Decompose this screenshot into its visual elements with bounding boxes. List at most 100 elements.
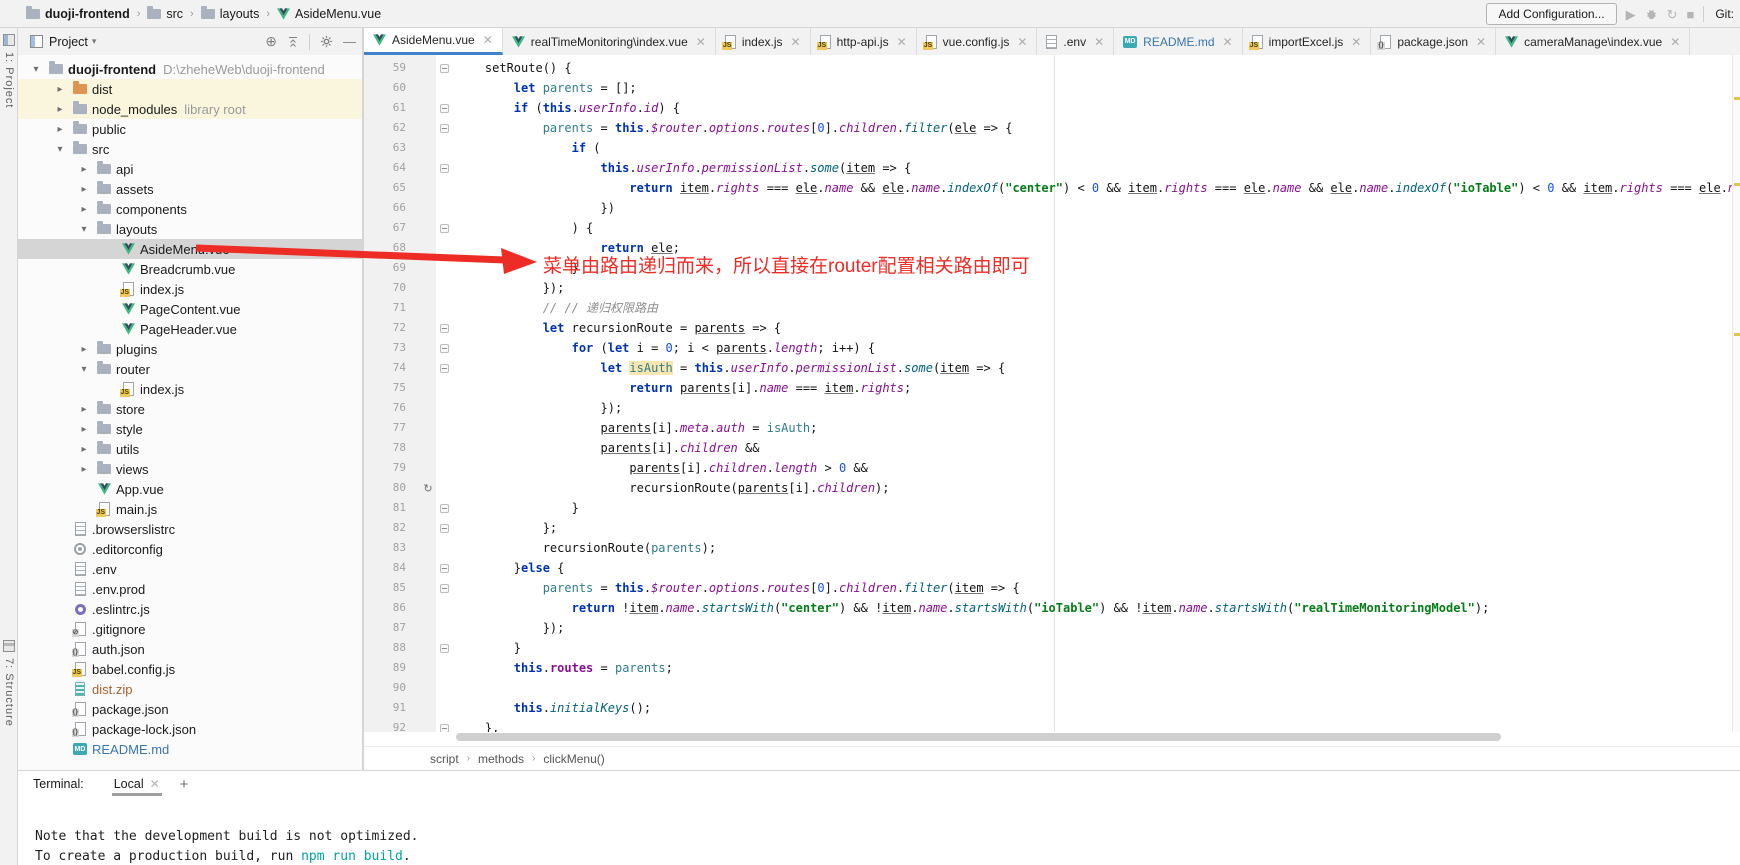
fold-marker-icon[interactable] (436, 644, 452, 653)
code-line[interactable]: 88 } (364, 638, 1740, 658)
editor-tab[interactable]: .env✕ (1037, 28, 1114, 55)
code-line[interactable]: 59 setRoute() { (364, 58, 1740, 78)
tree-item[interactable]: JSmain.js (18, 499, 362, 519)
code-line[interactable]: 68 return ele; (364, 238, 1740, 258)
tree-item[interactable]: ▸views (18, 459, 362, 479)
locate-icon[interactable]: ⊕ (265, 33, 277, 50)
tree-item[interactable]: .env.prod (18, 579, 362, 599)
code-line[interactable]: 64 this.userInfo.permissionList.some(ite… (364, 158, 1740, 178)
settings-icon[interactable] (320, 35, 333, 48)
code-line[interactable]: 71 // // 递归权限路由 (364, 298, 1740, 318)
collapse-all-icon[interactable] (287, 36, 299, 48)
chevron-right-icon[interactable]: ▸ (74, 464, 94, 475)
tree-item[interactable]: {}package-lock.json (18, 719, 362, 739)
code-line[interactable]: 75 return parents[i].name === item.right… (364, 378, 1740, 398)
code-line[interactable]: 78 parents[i].children && (364, 438, 1740, 458)
chevron-right-icon[interactable]: ▸ (74, 404, 94, 415)
code-line[interactable]: 62 parents = this.$router.options.routes… (364, 118, 1740, 138)
fold-marker-icon[interactable] (436, 64, 452, 73)
code-line[interactable]: 67 ) { (364, 218, 1740, 238)
tree-item[interactable]: .eslintrc.js (18, 599, 362, 619)
code-line[interactable]: 81 } (364, 498, 1740, 518)
tree-item[interactable]: ▾duoji-frontendD:\zheheWeb\duoji-fronten… (18, 59, 362, 79)
tree-item[interactable]: Breadcrumb.vue (18, 259, 362, 279)
chevron-right-icon[interactable]: ▸ (50, 124, 70, 135)
chevron-right-icon[interactable]: ▸ (74, 184, 94, 195)
code-line[interactable]: 79 parents[i].children.length > 0 && (364, 458, 1740, 478)
tree-item[interactable]: JSindex.js (18, 279, 362, 299)
editor-tab[interactable]: JSvue.config.js✕ (917, 28, 1038, 55)
code-line[interactable]: 73 for (let i = 0; i < parents.length; i… (364, 338, 1740, 358)
tree-item[interactable]: ▸store (18, 399, 362, 419)
fold-marker-icon[interactable] (436, 344, 452, 353)
code-line[interactable]: 83 recursionRoute(parents); (364, 538, 1740, 558)
fold-marker-icon[interactable] (436, 564, 452, 573)
breadcrumb-item[interactable]: src (147, 7, 183, 21)
chevron-right-icon[interactable]: ▸ (50, 104, 70, 115)
project-toolwindow-button[interactable]: 1: Project (0, 34, 18, 108)
close-icon[interactable]: ✕ (1670, 35, 1680, 49)
fold-marker-icon[interactable] (436, 524, 452, 533)
fold-marker-icon[interactable] (436, 504, 452, 513)
new-terminal-tab-button[interactable]: + (180, 776, 189, 793)
tree-item[interactable]: ▾src (18, 139, 362, 159)
tree-item[interactable]: dist.zip (18, 679, 362, 699)
editor-tab[interactable]: JSindex.js✕ (716, 28, 811, 55)
editor-tab[interactable]: cameraManage\index.vue✕ (1496, 28, 1690, 55)
code-line[interactable]: 90 (364, 678, 1740, 698)
code-line[interactable]: 70 }); (364, 278, 1740, 298)
fold-marker-icon[interactable] (436, 364, 452, 373)
tree-item[interactable]: ▾layouts (18, 219, 362, 239)
tree-item[interactable]: ▸api (18, 159, 362, 179)
code-line[interactable]: 63 if ( (364, 138, 1740, 158)
breadcrumb-item[interactable]: AsideMenu.vue (277, 7, 381, 21)
tree-item[interactable]: .editorconfig (18, 539, 362, 559)
close-icon[interactable]: ✕ (483, 33, 493, 47)
code-line[interactable]: 85 parents = this.$router.options.routes… (364, 578, 1740, 598)
editor-tab[interactable]: MDREADME.md✕ (1114, 28, 1242, 55)
tree-item[interactable]: ▸node_moduleslibrary root (18, 99, 362, 119)
code-breadcrumb-item[interactable]: methods (478, 752, 524, 766)
project-panel-title[interactable]: Project (49, 35, 88, 49)
code-breadcrumb-item[interactable]: clickMenu() (543, 752, 604, 766)
add-configuration-button[interactable]: Add Configuration... (1486, 3, 1616, 25)
code-line[interactable]: 89 this.routes = parents; (364, 658, 1740, 678)
tree-item[interactable]: ▸plugins (18, 339, 362, 359)
debug-icon[interactable] (1645, 8, 1658, 21)
code-breadcrumb-item[interactable]: script (430, 752, 459, 766)
horizontal-scrollbar[interactable] (364, 732, 1740, 742)
chevron-down-icon[interactable]: ▾ (74, 224, 94, 235)
close-icon[interactable]: ✕ (1094, 35, 1104, 49)
chevron-down-icon[interactable]: ▾ (26, 64, 46, 75)
tree-item[interactable]: AsideMenu.vue (18, 239, 362, 259)
tree-item[interactable]: App.vue (18, 479, 362, 499)
stop-icon[interactable]: ■ (1686, 8, 1694, 21)
chevron-down-icon[interactable]: ▾ (50, 144, 70, 155)
close-icon[interactable]: ✕ (897, 35, 907, 49)
breadcrumb-item[interactable]: duoji-frontend (26, 7, 130, 21)
code-line[interactable]: 65 return item.rights === ele.name && el… (364, 178, 1740, 198)
git-label[interactable]: Git: (1715, 7, 1734, 21)
editor-tab[interactable]: JShttp-api.js✕ (811, 28, 917, 55)
tree-item[interactable]: ▸components (18, 199, 362, 219)
editor-tab[interactable]: JSimportExcel.js✕ (1243, 28, 1372, 55)
code-line[interactable]: 77 parents[i].meta.auth = isAuth; (364, 418, 1740, 438)
code-line[interactable]: 86 return !item.name.startsWith("center"… (364, 598, 1740, 618)
tree-item[interactable]: ▸style (18, 419, 362, 439)
chevron-right-icon[interactable]: ▸ (74, 344, 94, 355)
code-line[interactable]: 87 }); (364, 618, 1740, 638)
editor-tab[interactable]: AsideMenu.vue✕ (364, 28, 503, 55)
tree-item[interactable]: ▸public (18, 119, 362, 139)
close-icon[interactable]: ✕ (1017, 35, 1027, 49)
close-icon[interactable]: ✕ (696, 35, 706, 49)
structure-toolwindow-button[interactable]: 7: Structure (0, 640, 18, 727)
tree-item[interactable]: PageHeader.vue (18, 319, 362, 339)
fold-marker-icon[interactable] (436, 124, 452, 133)
chevron-right-icon[interactable]: ▸ (50, 84, 70, 95)
code-line[interactable]: 82 }; (364, 518, 1740, 538)
fold-marker-icon[interactable] (436, 724, 452, 733)
chevron-down-icon[interactable]: ▾ (74, 364, 94, 375)
tree-item[interactable]: ▸assets (18, 179, 362, 199)
rerun-icon[interactable]: ↻ (1667, 8, 1678, 21)
tree-item[interactable]: {}auth.json (18, 639, 362, 659)
